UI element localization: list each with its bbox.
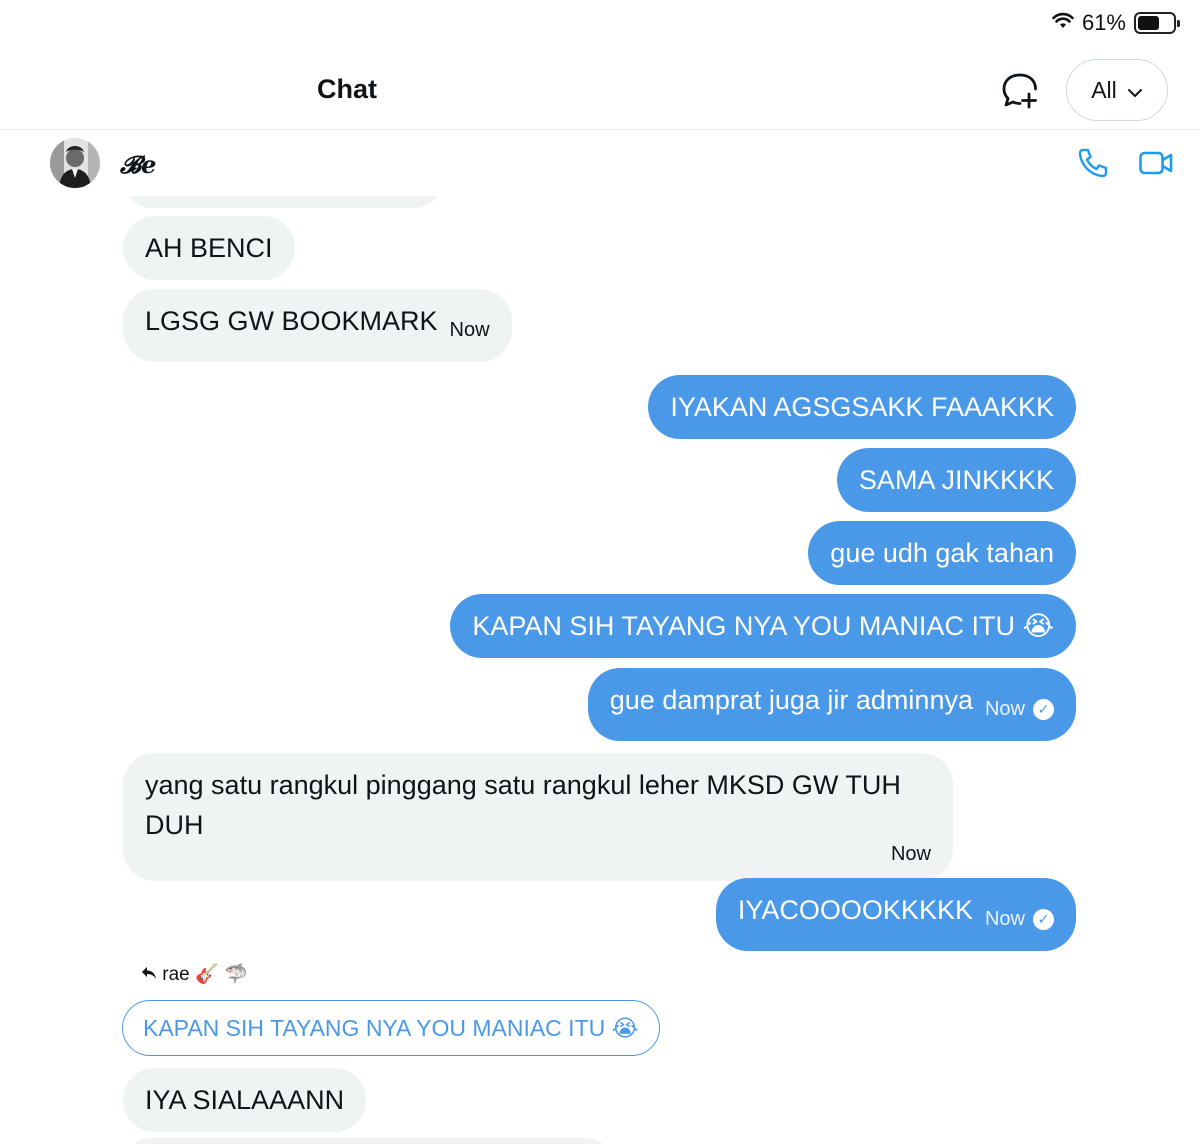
conversation-header: 𝓑e bbox=[0, 130, 1200, 196]
message-bubble[interactable]: LGSG GW BOOKMARK Now bbox=[123, 289, 512, 362]
message-bubble[interactable]: KAPAN SIH TAYANG NYA YOU MANIAC ITU 😭 bbox=[450, 594, 1076, 658]
chevron-down-icon bbox=[1127, 77, 1143, 104]
message-text: gue damprat juga jir adminnya bbox=[609, 685, 973, 715]
phone-icon bbox=[1076, 148, 1110, 184]
message-bubble-partial bbox=[124, 1138, 614, 1144]
message-time: Now bbox=[890, 843, 931, 865]
wifi-icon bbox=[1052, 10, 1074, 36]
reply-author: rae 🎸 🦈 bbox=[162, 964, 248, 985]
message-bubble[interactable]: IYACOOOOKKKKK Now ✓ bbox=[715, 878, 1076, 951]
message-text: LGSG GW BOOKMARK bbox=[145, 306, 438, 336]
page-title: Chat bbox=[317, 74, 377, 104]
message-bubble[interactable]: gue udh gak tahan bbox=[808, 521, 1076, 585]
message-bubble[interactable]: IYA SIALAAANN bbox=[123, 1068, 367, 1132]
filter-label: All bbox=[1091, 76, 1117, 103]
message-text: IYAKAN AGSGSAKK FAAAKKK bbox=[670, 392, 1054, 422]
new-chat-button[interactable] bbox=[998, 70, 1042, 114]
read-check-icon: ✓ bbox=[1033, 909, 1054, 930]
message-time: Now bbox=[984, 698, 1025, 720]
status-bar: 61% bbox=[0, 0, 1200, 50]
message-bubble[interactable]: AH BENCI bbox=[123, 216, 295, 280]
read-check-icon: ✓ bbox=[1033, 699, 1054, 720]
message-bubble[interactable]: yang satu rangkul pinggang satu rangkul … bbox=[123, 753, 953, 881]
filter-dropdown[interactable]: All bbox=[1066, 59, 1168, 121]
voice-call-button[interactable] bbox=[1076, 146, 1110, 185]
conversation-name[interactable]: 𝓑e bbox=[120, 150, 156, 179]
message-list[interactable]: AH BENCI LGSG GW BOOKMARK Now IYAKAN AGSG… bbox=[0, 196, 1200, 1144]
message-bubble[interactable]: gue damprat juga jir adminnya Now ✓ bbox=[587, 668, 1076, 741]
message-bubble-partial bbox=[124, 196, 442, 208]
reply-context: rae 🎸 🦈 bbox=[141, 962, 248, 986]
battery-level bbox=[1138, 16, 1159, 30]
message-text: AH BENCI bbox=[145, 233, 273, 263]
message-bubble[interactable]: SAMA JINKKKK bbox=[836, 448, 1076, 512]
video-call-button[interactable] bbox=[1138, 146, 1174, 185]
message-text: SAMA JINKKKK bbox=[858, 465, 1054, 495]
message-text: IYA SIALAAANN bbox=[145, 1085, 345, 1115]
message-text: KAPAN SIH TAYANG NYA YOU MANIAC ITU 😭 bbox=[472, 611, 1054, 641]
chat-header: Chat All bbox=[0, 50, 1200, 130]
battery-percentage: 61% bbox=[1081, 10, 1126, 35]
video-icon bbox=[1138, 151, 1174, 184]
message-text: yang satu rangkul pinggang satu rangkul … bbox=[145, 770, 901, 840]
message-text: gue udh gak tahan bbox=[830, 538, 1054, 568]
avatar[interactable] bbox=[50, 138, 100, 188]
message-time: Now bbox=[449, 319, 490, 341]
reply-arrow-icon bbox=[141, 964, 162, 985]
message-bubble[interactable]: IYAKAN AGSGSAKK FAAAKKK bbox=[648, 375, 1076, 439]
new-chat-icon bbox=[1000, 71, 1040, 114]
message-time: Now bbox=[984, 908, 1025, 930]
quoted-message[interactable]: KAPAN SIH TAYANG NYA YOU MANIAC ITU 😭 bbox=[122, 1000, 660, 1056]
battery-icon bbox=[1134, 12, 1180, 34]
message-text: IYACOOOOKKKKK bbox=[737, 895, 973, 925]
status-indicators: 61% bbox=[1052, 10, 1180, 36]
